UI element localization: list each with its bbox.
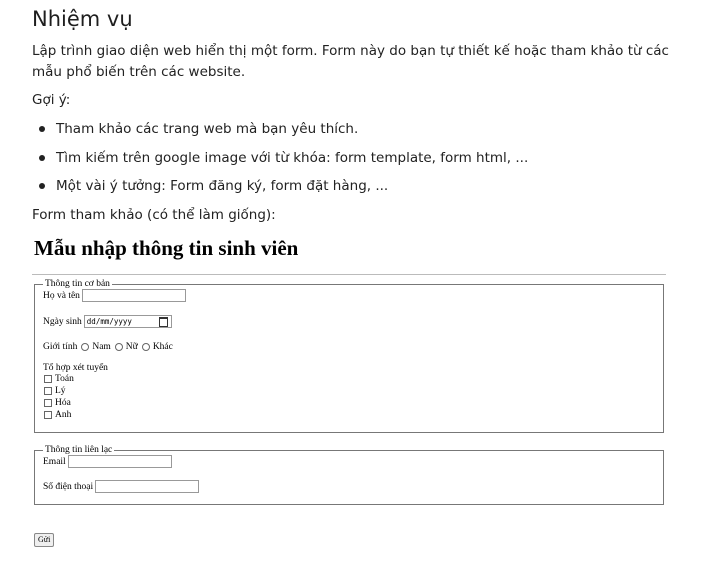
- calendar-icon[interactable]: [158, 316, 168, 327]
- task-intro: Lập trình giao diện web hiển thị một for…: [32, 43, 669, 80]
- divider: [32, 274, 666, 275]
- name-label: Họ và tên: [43, 290, 80, 301]
- hint-item: Một vài ý tưởng: Form đăng ký, form đặt …: [38, 176, 528, 205]
- checkbox-label: Toán: [55, 374, 74, 384]
- checkbox-anh[interactable]: [44, 411, 52, 419]
- contact-info-fieldset: Thông tin liên lạc Email Số điện thoại: [34, 445, 664, 505]
- checkbox-toan[interactable]: [44, 375, 52, 383]
- gender-radio-nu[interactable]: [114, 343, 123, 351]
- student-form: Mẫu nhập thông tin sinh viên Thông tin c…: [32, 236, 666, 505]
- combo-label: Tổ hợp xét tuyển: [43, 363, 108, 373]
- email-row: Email: [43, 455, 655, 468]
- gender-option-label: Khác: [152, 342, 173, 352]
- gender-radio-nam[interactable]: [81, 343, 90, 351]
- email-label: Email: [43, 456, 66, 467]
- combo-option: Toán: [43, 373, 655, 385]
- form-title: Mẫu nhập thông tin sinh viên: [34, 236, 299, 260]
- checkbox-label: Hóa: [55, 398, 71, 408]
- combo-option: Hóa: [43, 397, 655, 409]
- basic-info-legend: Thông tin cơ bản: [45, 279, 110, 289]
- combo-option: Anh: [43, 409, 655, 421]
- hint-label: Gợi ý:: [32, 92, 71, 108]
- contact-info-legend: Thông tin liên lạc: [45, 445, 113, 455]
- name-row: Họ và tên: [43, 289, 655, 302]
- phone-input[interactable]: [95, 480, 200, 493]
- phone-row: Số điện thoại: [43, 480, 655, 493]
- reference-label: Form tham khảo (có thể làm giống):: [32, 207, 276, 223]
- hint-list: Tham khảo các trang web mà bạn yêu thích…: [32, 119, 528, 205]
- checkbox-hoa[interactable]: [44, 399, 52, 407]
- combo-option: Lý: [43, 385, 655, 397]
- email-input[interactable]: [67, 455, 172, 468]
- gender-radio-khac[interactable]: [141, 343, 150, 351]
- basic-info-fieldset: Thông tin cơ bản Họ và tên Ngày sinh dd/…: [34, 279, 664, 433]
- checkbox-label: Lý: [55, 386, 66, 396]
- submit-button[interactable]: Gửi: [34, 533, 55, 547]
- checkbox-label: Anh: [55, 410, 72, 420]
- dob-label: Ngày sinh: [43, 316, 82, 327]
- dob-row: Ngày sinh dd/mm/yyyy: [43, 315, 655, 328]
- phone-label: Số điện thoại: [43, 481, 94, 492]
- checkbox-ly[interactable]: [44, 387, 52, 395]
- name-input[interactable]: [81, 289, 186, 302]
- gender-option-label: Nữ: [125, 342, 138, 352]
- page-title: Nhiệm vụ: [32, 7, 133, 31]
- dob-placeholder: dd/mm/yyyy: [86, 317, 132, 326]
- dob-input[interactable]: dd/mm/yyyy: [83, 315, 172, 328]
- gender-row: Giới tính Nam Nữ Khác: [43, 342, 655, 352]
- hint-item: Tìm kiếm trên google image với từ khóa: …: [38, 148, 528, 177]
- gender-label: Giới tính: [43, 342, 78, 352]
- hint-item: Tham khảo các trang web mà bạn yêu thích…: [38, 119, 528, 148]
- gender-option-label: Nam: [92, 342, 111, 352]
